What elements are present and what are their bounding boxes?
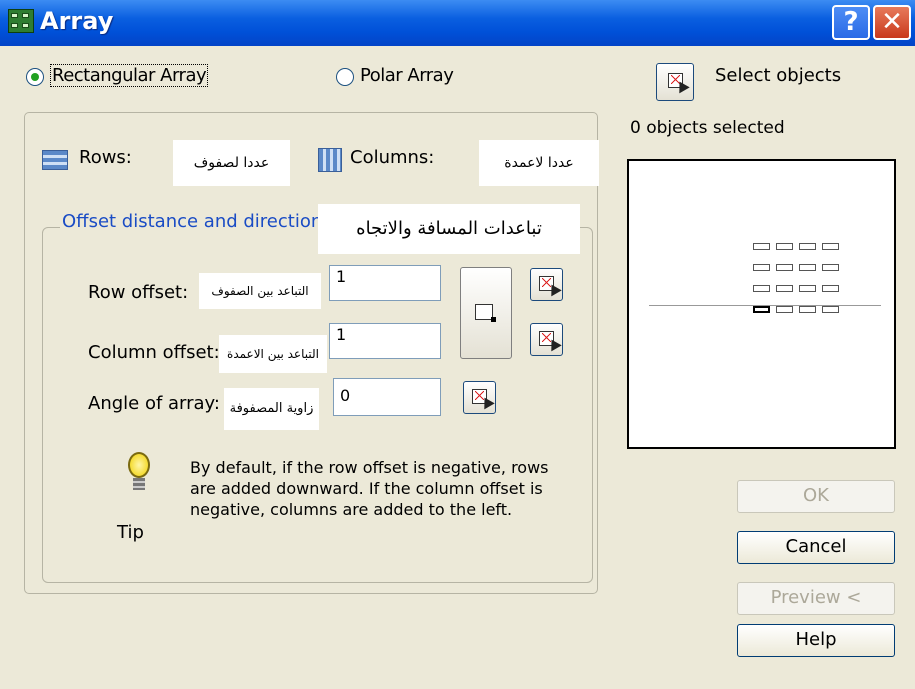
column-offset-input[interactable]: 1: [329, 323, 441, 359]
columns-label: Columns:: [350, 147, 435, 168]
offset-group-title: Offset distance and direction: [60, 211, 325, 232]
rows-label: Rows:: [79, 147, 132, 168]
ok-button[interactable]: OK: [737, 480, 895, 513]
row-offset-input[interactable]: 1: [329, 265, 441, 301]
tip-bulb-icon: [126, 452, 152, 502]
help-button[interactable]: Help: [737, 624, 895, 657]
preview-cell: [822, 285, 839, 292]
close-icon[interactable]: ✕: [873, 5, 911, 40]
title-bar: Array ? ✕: [0, 0, 915, 46]
cancel-button[interactable]: Cancel: [737, 531, 895, 564]
rows-input[interactable]: عددا لصفوف: [173, 140, 290, 186]
preview-cell: [799, 285, 816, 292]
angle-input[interactable]: 0: [333, 378, 441, 416]
objects-selected-status: 0 objects selected: [630, 118, 785, 138]
preview-cell: [799, 306, 816, 313]
preview-cell: [776, 285, 793, 292]
preview-cell: [753, 306, 770, 313]
preview-cell: [753, 285, 770, 292]
preview-cell: [822, 306, 839, 313]
window-title: Array: [40, 7, 114, 35]
row-offset-arabic-label: التباعد بين الصفوف: [199, 273, 321, 309]
angle-label: Angle of array:: [88, 393, 220, 414]
rectangular-array-radio[interactable]: [26, 68, 44, 86]
angle-arabic-label: زاوية المصفوفة: [224, 388, 319, 430]
preview-cell: [776, 264, 793, 271]
column-offset-arabic-label: التباعد بين الاعمدة: [219, 335, 327, 373]
preview-cell: [753, 243, 770, 250]
preview-cell: [822, 243, 839, 250]
pick-both-offsets-button[interactable]: [460, 267, 512, 359]
row-offset-label: Row offset:: [88, 282, 189, 303]
polar-array-label[interactable]: Polar Array: [360, 65, 454, 86]
offset-group-arabic-label: تباعدات المسافة والاتجاه: [318, 204, 580, 254]
preview-cell: [799, 243, 816, 250]
pick-row-offset-button[interactable]: [530, 268, 563, 301]
array-app-icon: [8, 9, 34, 33]
select-objects-label: Select objects: [715, 65, 842, 86]
preview-cell: [753, 264, 770, 271]
tip-text: By default, if the row offset is negativ…: [190, 458, 549, 519]
columns-input[interactable]: عددا لاعمدة: [479, 140, 599, 186]
rectangular-array-label[interactable]: Rectangular Array: [50, 64, 209, 87]
preview-cell: [799, 264, 816, 271]
pick-angle-button[interactable]: [463, 381, 496, 414]
tip-label: Tip: [117, 522, 144, 543]
help-icon[interactable]: ?: [832, 5, 870, 40]
preview-cell: [822, 264, 839, 271]
select-objects-button[interactable]: [656, 63, 694, 101]
rows-icon: [42, 150, 68, 170]
preview-cell: [776, 306, 793, 313]
column-offset-label: Column offset:: [88, 342, 220, 363]
preview-button[interactable]: Preview <: [737, 582, 895, 615]
preview-cell: [776, 243, 793, 250]
columns-icon: [318, 148, 342, 172]
pick-column-offset-button[interactable]: [530, 323, 563, 356]
polar-array-radio[interactable]: [336, 68, 354, 86]
array-preview: [627, 159, 896, 449]
